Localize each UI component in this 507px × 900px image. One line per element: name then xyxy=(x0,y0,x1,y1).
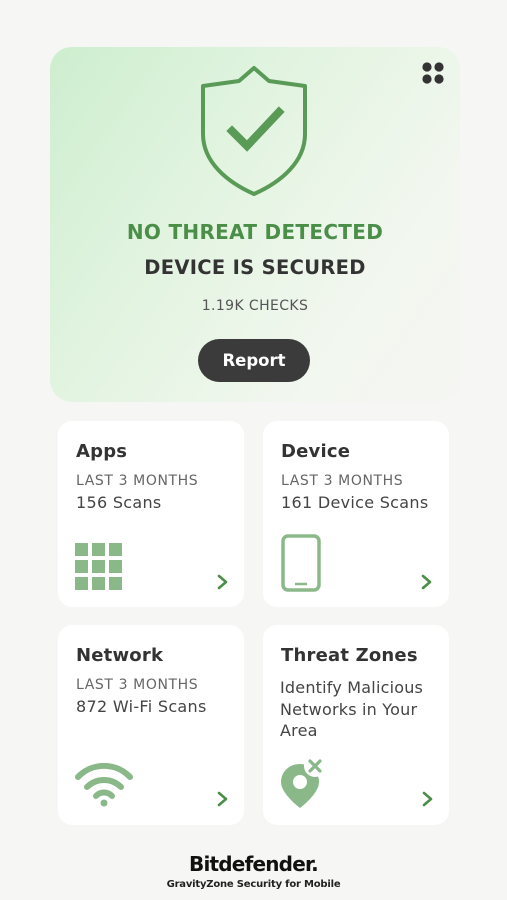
network-card-count: 872 Wi-Fi Scans xyxy=(76,697,207,716)
bitdefender-logo: Bitdefender. xyxy=(189,852,319,876)
device-card-title: Device xyxy=(281,441,351,462)
network-card-period: LAST 3 MONTHS xyxy=(76,677,199,693)
chevron-right-icon xyxy=(422,791,433,807)
chevron-right-icon xyxy=(217,791,228,807)
threat-status-title: NO THREAT DETECTED xyxy=(126,220,384,244)
apps-card-title: Apps xyxy=(76,441,128,462)
threat-zones-card-description: Identify Malicious Networks in Your Area xyxy=(280,678,424,740)
apps-card-period: LAST 3 MONTHS xyxy=(76,473,199,489)
apps-card-count: 156 Scans xyxy=(76,493,162,512)
apps-grid-icon xyxy=(75,543,122,590)
footer-tagline: GravityZone Security for Mobile xyxy=(166,879,341,890)
phone-icon xyxy=(281,534,321,592)
shield-check-icon xyxy=(201,66,307,196)
checks-count: 1.19K CHECKS xyxy=(201,298,309,314)
network-card-title: Network xyxy=(76,645,164,666)
grid-menu-button[interactable] xyxy=(418,58,448,88)
chevron-right-icon xyxy=(217,574,228,590)
report-button[interactable]: Report xyxy=(198,339,310,382)
network-card[interactable]: Network LAST 3 MONTHS 872 Wi-Fi Scans xyxy=(58,625,244,825)
location-pin-x-icon xyxy=(281,755,326,808)
threat-zones-card[interactable]: Threat Zones Identify Malicious Networks… xyxy=(263,625,449,825)
device-card-count: 161 Device Scans xyxy=(281,493,429,512)
device-card[interactable]: Device LAST 3 MONTHS 161 Device Scans xyxy=(263,421,449,607)
threat-zones-card-title: Threat Zones xyxy=(281,645,418,666)
device-card-period: LAST 3 MONTHS xyxy=(281,473,404,489)
device-status-subtitle: DEVICE IS SECURED xyxy=(144,256,366,279)
grid-menu-icon xyxy=(422,62,444,84)
apps-card[interactable]: Apps LAST 3 MONTHS 156 Scans xyxy=(58,421,244,607)
chevron-right-icon xyxy=(421,574,432,590)
wifi-icon xyxy=(75,763,133,807)
